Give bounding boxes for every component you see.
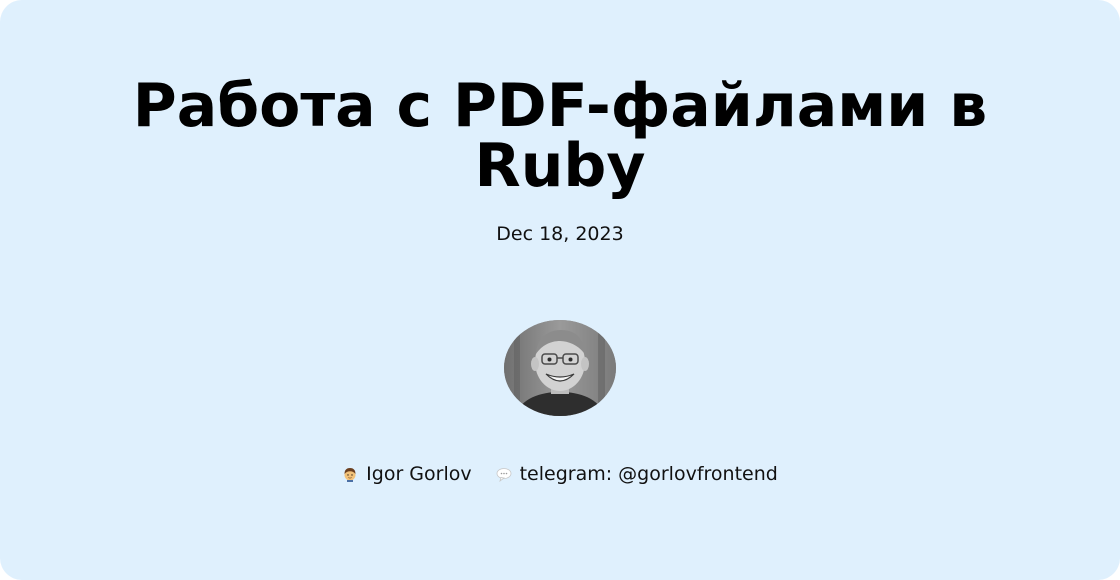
author-name: Igor Gorlov bbox=[366, 463, 472, 485]
author-avatar bbox=[504, 320, 616, 416]
author-info: Igor Gorlov telegram: @gorlovfrontend bbox=[0, 460, 1120, 488]
author-contact[interactable]: telegram: @gorlovfrontend bbox=[520, 460, 778, 488]
author-contact-item: telegram: @gorlovfrontend bbox=[496, 460, 778, 488]
author-name-item: Igor Gorlov bbox=[342, 460, 472, 488]
post-date: Dec 18, 2023 bbox=[496, 223, 624, 245]
man-emoji-icon bbox=[342, 466, 358, 482]
post-title: Работа с PDF-файлами в Ruby bbox=[132, 71, 988, 201]
author-photo bbox=[504, 320, 616, 416]
post-cover-card: Работа с PDF-файлами в Ruby Dec 18, 2023 bbox=[0, 0, 1120, 580]
speech-bubble-icon bbox=[496, 466, 512, 482]
